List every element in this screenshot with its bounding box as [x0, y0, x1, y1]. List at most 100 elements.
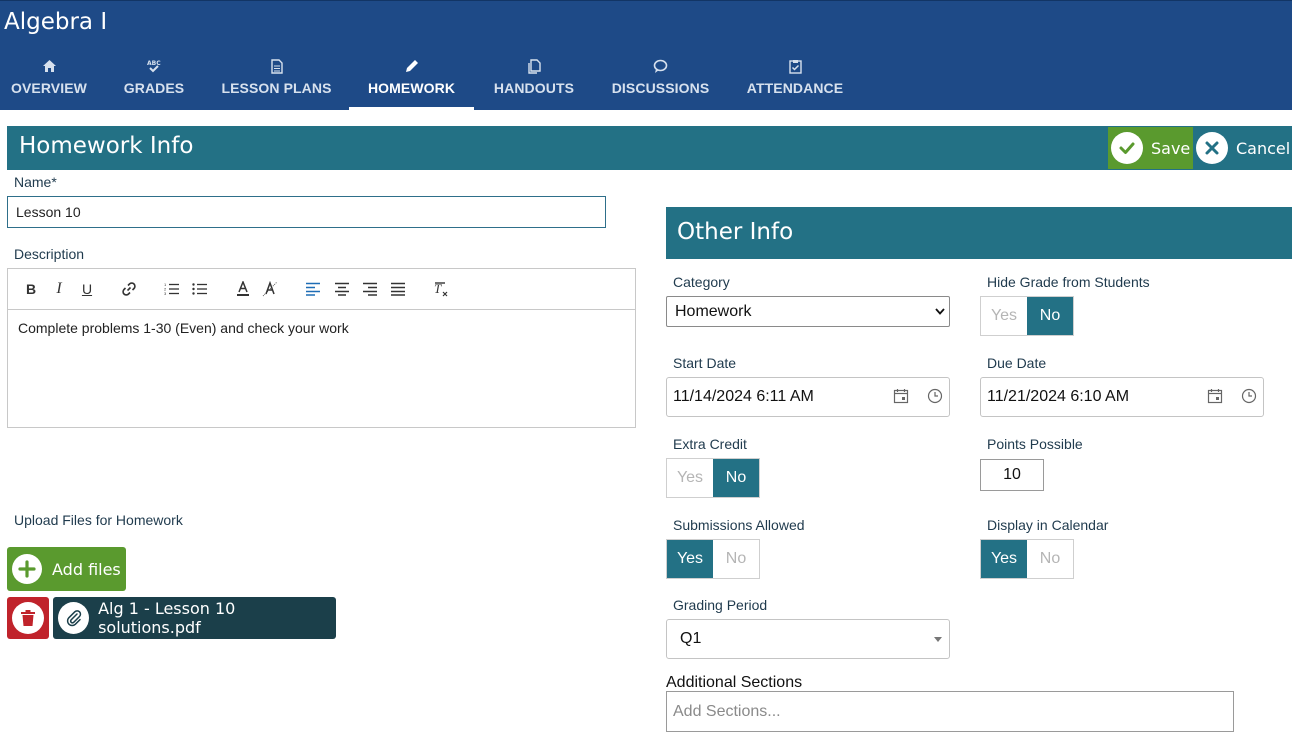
calendar-icon[interactable] — [893, 388, 909, 409]
additional-sections-placeholder: Add Sections... — [673, 702, 781, 720]
extra-credit-yes-button[interactable]: Yes — [667, 459, 713, 497]
tab-homework[interactable]: HOMEWORK — [349, 57, 474, 111]
extra-credit-toggle: Yes No — [666, 458, 760, 498]
chevron-down-icon — [935, 306, 945, 318]
trash-icon — [12, 602, 44, 634]
category-value: Homework — [675, 302, 752, 320]
submissions-yes-button[interactable]: Yes — [667, 540, 713, 578]
add-files-button[interactable]: Add files — [7, 547, 126, 591]
start-date-input[interactable]: 11/14/2024 6:11 AM — [666, 377, 950, 417]
calendar-icon[interactable] — [1207, 388, 1223, 409]
underline-icon[interactable]: U — [78, 280, 96, 298]
align-right-icon[interactable] — [361, 280, 379, 298]
clock-icon[interactable] — [1241, 388, 1257, 409]
display-in-calendar-label: Display in Calendar — [987, 517, 1109, 533]
due-date-value: 11/21/2024 6:10 AM — [987, 388, 1130, 405]
check-icon — [1111, 132, 1143, 164]
additional-sections-label: Additional Sections — [666, 674, 803, 691]
due-date-input[interactable]: 11/21/2024 6:10 AM — [980, 377, 1264, 417]
tab-label: HOMEWORK — [367, 80, 456, 96]
description-value: Complete problems 1-30 (Even) and check … — [18, 320, 349, 336]
category-select[interactable]: Homework — [666, 296, 950, 327]
add-files-label: Add files — [52, 559, 121, 579]
page-title: Homework Info — [19, 133, 194, 159]
grading-period-label: Grading Period — [673, 597, 768, 613]
hide-grade-yes-button[interactable]: Yes — [981, 297, 1027, 335]
submissions-allowed-toggle: Yes No — [666, 539, 760, 579]
plus-icon — [12, 554, 42, 584]
tab-label: OVERVIEW — [10, 80, 87, 96]
calendar-yes-button[interactable]: Yes — [981, 540, 1027, 578]
speech-bubble-icon — [653, 57, 668, 75]
editor-toolbar: B I U 123 T — [8, 269, 635, 310]
tab-overview[interactable]: OVERVIEW — [6, 57, 92, 111]
justify-icon[interactable] — [389, 280, 407, 298]
calendar-no-button[interactable]: No — [1027, 540, 1073, 578]
cancel-button[interactable]: Cancel — [1193, 127, 1292, 169]
other-info-title: Other Info — [677, 219, 794, 245]
tab-grades[interactable]: ABC GRADES — [118, 57, 190, 111]
additional-sections-input[interactable]: Add Sections... — [666, 691, 1234, 732]
grades-check-icon: ABC — [146, 57, 162, 75]
save-label: Save — [1151, 138, 1191, 158]
tab-label: GRADES — [123, 80, 185, 96]
document-icon — [270, 57, 283, 75]
save-button[interactable]: Save — [1108, 127, 1193, 169]
top-navigation-bar: Algebra I OVERVIEW ABC GRADES LESSON PLA… — [0, 0, 1292, 111]
bold-icon[interactable]: B — [22, 280, 40, 298]
description-label: Description — [14, 246, 85, 262]
home-icon — [42, 57, 57, 75]
tab-label: DISCUSSIONS — [611, 80, 710, 96]
extra-credit-no-button[interactable]: No — [713, 459, 759, 497]
clear-formatting-icon[interactable]: T — [432, 280, 450, 298]
name-value: Lesson 10 — [16, 204, 81, 220]
pencil-icon — [404, 57, 419, 75]
tab-lesson-plans[interactable]: LESSON PLANS — [218, 57, 335, 111]
hide-grade-no-button[interactable]: No — [1027, 297, 1073, 335]
clock-icon[interactable] — [927, 388, 943, 409]
other-info-header: Other Info — [666, 207, 1292, 259]
numbered-list-icon[interactable]: 123 — [163, 280, 181, 298]
category-label: Category — [673, 274, 730, 290]
name-label: Name* — [14, 174, 57, 190]
attached-file-name: Alg 1 - Lesson 10 solutions.pdf — [98, 599, 236, 637]
start-date-label: Start Date — [673, 355, 737, 371]
display-in-calendar-toggle: Yes No — [980, 539, 1074, 579]
delete-file-button[interactable] — [7, 597, 49, 639]
grading-period-select[interactable]: Q1 — [666, 619, 950, 659]
clipboard-check-icon — [788, 57, 802, 75]
link-icon[interactable] — [120, 280, 138, 298]
tab-label: LESSON PLANS — [221, 80, 332, 96]
align-center-icon[interactable] — [333, 280, 351, 298]
copy-icon — [527, 57, 541, 75]
tab-handouts[interactable]: HANDOUTS — [490, 57, 578, 111]
due-date-label: Due Date — [987, 355, 1047, 371]
svg-text:3: 3 — [164, 291, 167, 296]
attached-file-chip[interactable]: Alg 1 - Lesson 10 solutions.pdf — [53, 597, 336, 639]
italic-icon[interactable]: I — [50, 280, 68, 298]
description-text-area[interactable]: Complete problems 1-30 (Even) and check … — [8, 310, 635, 346]
extra-credit-label: Extra Credit — [673, 436, 747, 452]
start-date-value: 11/14/2024 6:11 AM — [673, 388, 814, 405]
paperclip-icon — [58, 602, 90, 634]
app-title: Algebra I — [4, 9, 108, 35]
tab-label: HANDOUTS — [493, 80, 575, 96]
close-icon — [1196, 132, 1228, 164]
name-field[interactable]: Lesson 10 — [7, 196, 606, 228]
tab-label: ATTENDANCE — [746, 80, 844, 96]
background-color-icon[interactable] — [261, 280, 279, 298]
caret-down-icon — [934, 633, 942, 645]
svg-text:ABC: ABC — [147, 60, 161, 67]
bullet-list-icon[interactable] — [191, 280, 209, 298]
points-possible-value: 10 — [1003, 466, 1021, 483]
text-color-icon[interactable] — [234, 280, 252, 298]
align-left-icon[interactable] — [304, 280, 322, 298]
tab-attendance[interactable]: ATTENDANCE — [745, 57, 845, 111]
submissions-no-button[interactable]: No — [713, 540, 759, 578]
hide-grade-toggle: Yes No — [980, 296, 1074, 336]
cancel-label: Cancel — [1236, 138, 1291, 158]
description-editor: B I U 123 T Complete problems 1-30 (Even… — [7, 268, 636, 428]
hide-grade-label: Hide Grade from Students — [987, 274, 1150, 290]
tab-discussions[interactable]: DISCUSSIONS — [610, 57, 711, 111]
points-possible-input[interactable]: 10 — [980, 459, 1044, 491]
